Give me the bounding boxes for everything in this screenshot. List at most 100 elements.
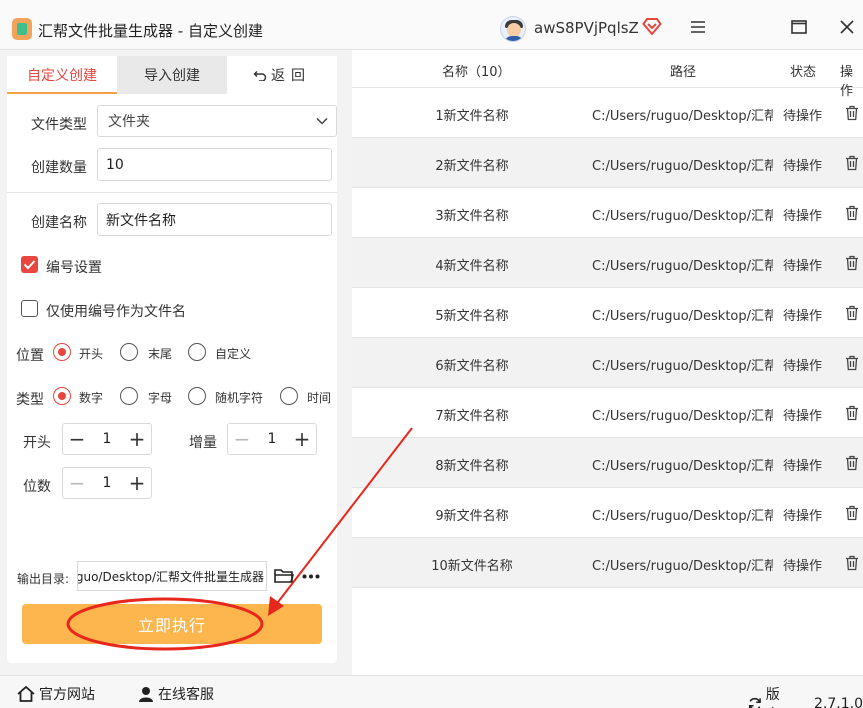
increment-label: 增量: [189, 435, 217, 451]
table-row[interactable]: 2新文件名称 C:/Users/ruguo/Desktop/汇帮文 待操作: [352, 138, 863, 188]
count-input[interactable]: 10: [97, 148, 332, 181]
type-random-radio[interactable]: [188, 387, 206, 405]
trash-icon[interactable]: [845, 505, 859, 521]
cell-name: 6新文件名称: [435, 359, 509, 374]
position-custom-label: 自定义: [215, 347, 252, 361]
table-row[interactable]: 8新文件名称 C:/Users/ruguo/Desktop/汇帮文 待操作: [352, 438, 863, 488]
cell-status: 待操作: [783, 209, 823, 224]
support-icon: [139, 687, 153, 702]
digits-label: 位数: [23, 479, 51, 495]
maximize-button[interactable]: [781, 12, 817, 42]
start-value[interactable]: 1: [91, 424, 123, 454]
table-header: 名称（10） 路径 状态 操作: [352, 50, 863, 99]
type-time-radio[interactable]: [280, 387, 298, 405]
file-table: 名称（10） 路径 状态 操作 1新文件名称 C:/Users/ruguo/Des…: [352, 50, 863, 675]
tab-custom-create[interactable]: 自定义创建: [7, 56, 117, 94]
refresh-icon: [748, 697, 761, 708]
maximize-icon: [791, 20, 807, 34]
position-start-radio[interactable]: [53, 343, 71, 361]
name-label: 创建名称: [31, 215, 87, 231]
file-type-label: 文件类型: [31, 117, 87, 133]
table-row[interactable]: 3新文件名称 C:/Users/ruguo/Desktop/汇帮文 待操作: [352, 188, 863, 238]
table-row[interactable]: 10新文件名称 C:/Users/ruguo/Desktop/汇帮文 待操作: [352, 538, 863, 588]
website-label: 官方网站: [39, 687, 95, 703]
more-icon[interactable]: [302, 574, 320, 579]
only-number-checkbox[interactable]: [21, 300, 38, 317]
header-name[interactable]: 名称（10）: [442, 61, 511, 80]
name-input[interactable]: 新文件名称: [97, 203, 332, 236]
home-icon: [17, 686, 35, 702]
cell-path: C:/Users/ruguo/Desktop/汇帮文: [592, 509, 773, 524]
cell-status: 待操作: [783, 109, 823, 124]
position-end-radio[interactable]: [120, 343, 138, 361]
run-button[interactable]: 立即执行: [22, 604, 322, 644]
cell-status: 待操作: [783, 159, 823, 174]
vip-icon[interactable]: [642, 17, 662, 35]
trash-icon[interactable]: [845, 305, 859, 321]
cell-status: 待操作: [783, 309, 823, 324]
close-button[interactable]: [829, 12, 863, 42]
cell-status: 待操作: [783, 459, 823, 474]
digits-stepper[interactable]: − 1 +: [62, 467, 152, 499]
increment-stepper[interactable]: − 1 +: [227, 423, 317, 455]
output-path-input[interactable]: C:/Users/ruguo/Desktop/汇帮文件批量生成器: [77, 561, 267, 591]
increment-minus-button[interactable]: −: [228, 424, 256, 454]
numbering-checkbox[interactable]: [21, 256, 38, 273]
type-letter-radio[interactable]: [120, 387, 138, 405]
start-label: 开头: [23, 435, 51, 451]
trash-icon[interactable]: [845, 455, 859, 471]
position-label: 位置: [16, 348, 44, 364]
table-row[interactable]: 5新文件名称 C:/Users/ruguo/Desktop/汇帮文 待操作: [352, 288, 863, 338]
increment-plus-button[interactable]: +: [288, 424, 316, 454]
cell-name: 2新文件名称: [435, 159, 509, 174]
trash-icon[interactable]: [845, 555, 859, 571]
header-path[interactable]: 路径: [670, 61, 696, 80]
cell-path: C:/Users/ruguo/Desktop/汇帮文: [592, 259, 773, 274]
trash-icon[interactable]: [845, 355, 859, 371]
back-button[interactable]: 返回: [227, 56, 337, 94]
header-status[interactable]: 状态: [790, 61, 816, 80]
cell-name: 8新文件名称: [435, 459, 509, 474]
table-row[interactable]: 4新文件名称 C:/Users/ruguo/Desktop/汇帮文 待操作: [352, 238, 863, 288]
type-number-radio[interactable]: [53, 387, 71, 405]
increment-value[interactable]: 1: [256, 424, 288, 454]
cell-status: 待操作: [783, 259, 823, 274]
cell-path: C:/Users/ruguo/Desktop/汇帮文: [592, 309, 773, 324]
app-title: 汇帮文件批量生成器 - 自定义创建: [38, 22, 263, 40]
table-row[interactable]: 1新文件名称 C:/Users/ruguo/Desktop/汇帮文 待操作: [352, 88, 863, 138]
table-row[interactable]: 6新文件名称 C:/Users/ruguo/Desktop/汇帮文 待操作: [352, 338, 863, 388]
settings-panel: 自定义创建 导入创建 返回 文件类型 文件夹 创建数量 10 创建名称 新文件名…: [7, 56, 337, 663]
position-custom-radio[interactable]: [188, 343, 206, 361]
table-row[interactable]: 9新文件名称 C:/Users/ruguo/Desktop/汇帮文 待操作: [352, 488, 863, 538]
digits-value[interactable]: 1: [91, 468, 123, 498]
tab-import-create[interactable]: 导入创建: [117, 56, 227, 94]
website-link[interactable]: 官方网站: [17, 684, 95, 704]
trash-icon[interactable]: [845, 255, 859, 271]
start-plus-button[interactable]: +: [123, 424, 151, 454]
trash-icon[interactable]: [845, 405, 859, 421]
checkbox-icon: [23, 260, 36, 270]
version-info[interactable]: 版本： 2.7.1.0: [748, 684, 863, 708]
start-minus-button[interactable]: −: [63, 424, 91, 454]
cell-status: 待操作: [783, 559, 823, 574]
cell-path: C:/Users/ruguo/Desktop/汇帮文: [592, 209, 773, 224]
user-avatar[interactable]: [500, 16, 526, 42]
trash-icon[interactable]: [845, 155, 859, 171]
support-label: 在线客服: [158, 687, 214, 703]
file-type-select[interactable]: 文件夹: [97, 105, 337, 137]
trash-icon[interactable]: [845, 205, 859, 221]
trash-icon[interactable]: [845, 105, 859, 121]
digits-minus-button[interactable]: −: [63, 468, 91, 498]
digits-plus-button[interactable]: +: [123, 468, 151, 498]
start-stepper[interactable]: − 1 +: [62, 423, 152, 455]
cell-status: 待操作: [783, 359, 823, 374]
app-icon: [12, 18, 32, 40]
user-name[interactable]: awS8PVjPqlsZ: [534, 19, 639, 37]
folder-icon[interactable]: [274, 568, 294, 584]
cell-name: 5新文件名称: [435, 309, 509, 324]
back-label: 返回: [271, 68, 311, 84]
menu-button[interactable]: [680, 12, 716, 42]
table-row[interactable]: 7新文件名称 C:/Users/ruguo/Desktop/汇帮文 待操作: [352, 388, 863, 438]
support-link[interactable]: 在线客服: [138, 684, 214, 704]
type-label: 类型: [16, 392, 44, 408]
